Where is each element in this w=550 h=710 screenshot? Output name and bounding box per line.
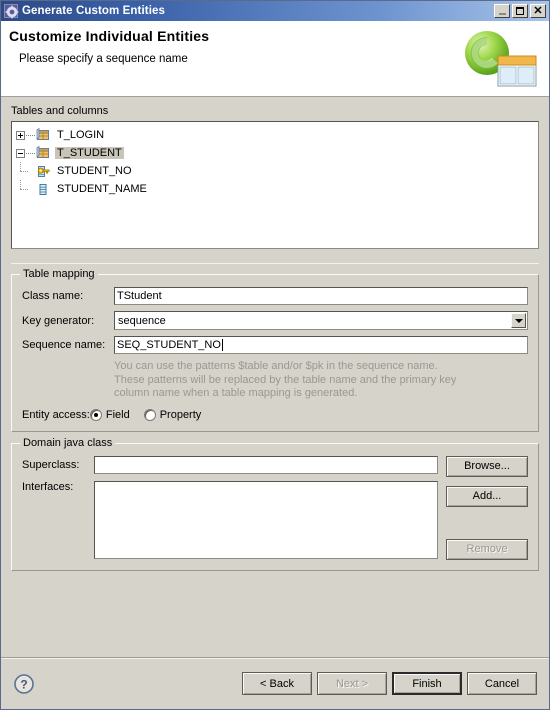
table-icon [35,145,51,161]
text-caret [221,339,223,351]
tree-connector [16,180,35,198]
table-mapping-title: Table mapping [20,268,98,280]
dialog-window: Generate Custom Entities ✕ Customize Ind… [0,0,550,710]
superclass-label: Superclass: [22,458,80,471]
radio-unselected-icon [143,408,156,421]
key-generator-row: Key generator: sequence [22,311,528,330]
window-title: Generate Custom Entities [22,5,165,17]
section-divider [11,263,539,264]
entity-access-property-radio[interactable]: Property [143,408,202,421]
tree-item-label: T_LOGIN [57,129,105,141]
tree-connector [16,162,35,180]
tree-item-student-name[interactable]: STUDENT_NAME [16,180,536,198]
hint-line-2: These patterns will be replaced by the t… [114,373,457,386]
class-name-label: Class name: [22,290,84,302]
tree-item-t-login[interactable]: T_LOGIN [16,126,536,144]
gear-icon [4,4,19,19]
superclass-row: Superclass: [22,455,438,474]
dialog-footer: ? < Back Next > Finish Cancel [1,657,549,709]
finish-button[interactable]: Finish [392,672,462,695]
maximize-icon[interactable] [512,4,528,18]
expander-plus-icon[interactable] [16,130,25,140]
entity-access-row: Entity access: Field Property [22,408,528,421]
key-generator-select[interactable]: sequence [114,311,528,330]
column-icon [35,181,51,197]
interfaces-list[interactable] [94,480,438,559]
sequence-name-label: Sequence name: [22,339,106,351]
tree-item-label: STUDENT_NAME [57,183,147,195]
tables-and-columns-tree[interactable]: T_LOGIN T_STUDENT STUDENT_NO STUDENT_NAM… [11,121,539,249]
superclass-input[interactable] [94,455,438,474]
cancel-button[interactable]: Cancel [467,672,537,695]
domain-java-class-title: Domain java class [20,436,116,449]
sequence-name-input[interactable]: SEQ_STUDENT_NO [114,336,528,354]
dialog-body: Tables and columns T_LOGIN T_STUDENT STU… [1,97,549,657]
hint-line-1: You can use the patterns $table and/or $… [114,360,438,372]
table-mapping-group: Table mapping Class name: TStudent Key g… [11,268,539,432]
sequence-name-hint: You can use the patterns $table and/or $… [114,360,528,401]
expander-minus-icon[interactable] [16,148,25,158]
interfaces-label: Interfaces: [22,480,74,493]
window-controls: ✕ [494,4,546,18]
key-generator-value: sequence [118,314,166,327]
radio-selected-icon [89,408,102,421]
tree-item-label: T_STUDENT [55,147,124,159]
entity-access-property-label: Property [159,408,202,421]
class-name-value: TStudent [117,290,162,302]
class-name-input[interactable]: TStudent [114,287,528,305]
tree-connector [26,152,35,154]
wizard-buttons: < Back Next > Finish Cancel [242,672,537,695]
key-generator-label: Key generator: [22,314,95,327]
entity-access-field-label: Field [105,408,130,421]
entity-access-label: Entity access: [22,408,90,421]
key-column-icon [35,163,51,179]
tree-item-label: STUDENT_NO [57,165,132,177]
tree-connector [26,134,35,136]
chevron-down-icon[interactable] [511,313,526,328]
next-button: Next > [317,672,387,695]
sequence-name-value: SEQ_STUDENT_NO [117,339,221,351]
hint-line-3: column name when a table mapping is gene… [114,387,358,399]
class-name-row: Class name: TStudent [22,287,528,305]
minimize-icon[interactable] [494,4,510,18]
help-icon[interactable]: ? [13,673,35,695]
entity-wizard-logo-icon [451,27,541,93]
domain-java-class-group: Domain java class Superclass: Interfaces… [11,436,539,571]
tree-item-student-no[interactable]: STUDENT_NO [16,162,536,180]
add-button[interactable]: Add... [446,485,528,507]
remove-button: Remove [446,538,528,560]
title-bar: Generate Custom Entities ✕ [1,1,549,21]
table-icon [35,127,51,143]
tree-section-label: Tables and columns [11,105,109,117]
browse-button[interactable]: Browse... [446,455,528,477]
close-icon[interactable]: ✕ [530,4,546,18]
svg-text:?: ? [20,677,27,691]
interfaces-row: Interfaces: [22,480,438,559]
entity-access-field-radio[interactable]: Field [89,408,130,421]
sequence-name-row: Sequence name: SEQ_STUDENT_NO [22,336,528,354]
tree-item-t-student[interactable]: T_STUDENT [16,144,536,162]
wizard-banner: Customize Individual Entities Please spe… [1,21,549,97]
back-button[interactable]: < Back [242,672,312,695]
